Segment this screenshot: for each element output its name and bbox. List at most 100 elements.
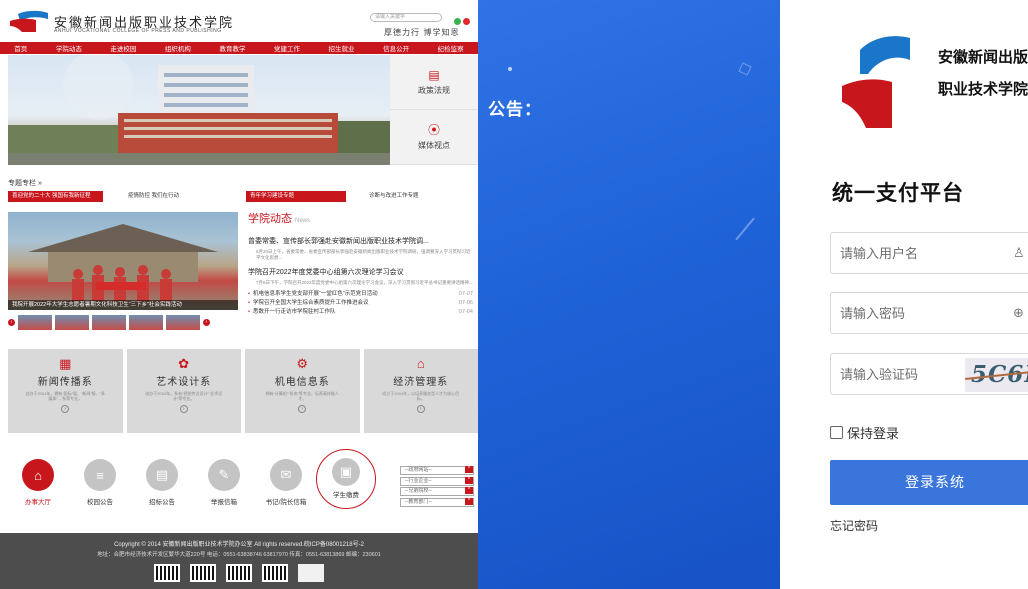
volunteer-group-illustration [28,224,218,301]
site-footer: Copyright © 2014 安徽新闻出版职业技术学院办公室 All rig… [0,533,478,589]
building-icon: ⌂ [416,356,425,371]
site-name-en: ANHUI VOCATIONAL COLLEGE OF PRESS AND PU… [54,28,222,34]
badge-icon [298,564,324,582]
weibo-icon[interactable] [463,18,470,25]
nav-item-admission[interactable]: 招生就业 [329,43,355,53]
password-field[interactable]: ⊕ [830,292,1028,334]
news-lead2-title[interactable]: 学院召开2022年度党委中心组第六次理论学习会议 [248,267,473,277]
remember-me-checkbox[interactable]: 保持登录 [830,423,899,442]
captcha-field[interactable]: 5C6F [830,353,1028,395]
qr-code-icon [154,564,180,582]
password-input[interactable] [831,293,1028,333]
school-logo-icon [10,10,48,32]
decorative-diamond [738,62,752,76]
quick-links: ⌂ 办事大厅 ≡ 校园公告 ▤ 招标公告 ✎ 举报信箱 ✉ 书记/院长信箱 ▣ … [8,449,398,519]
qr-code-icon [226,564,252,582]
select-sibling-schools[interactable]: --兄弟院校-- [400,487,474,496]
side-item-media[interactable]: ⦿ 媒体视点 [390,110,478,165]
select-government-sites[interactable]: --政府网站-- [400,466,474,475]
footer-copyright: Copyright © 2014 安徽新闻出版职业技术学院办公室 All rig… [114,542,364,548]
nav-item-news[interactable]: 学院动态 [56,43,82,53]
more-icon[interactable]: › [179,405,188,413]
dept-card-news[interactable]: ▦ 新闻传播系 创办于2004年，拥有“国际”版、“新闻”版、“多媒体”... … [8,349,123,433]
news-item[interactable]: • 机电信息系学生党支部开展“一堂红色”示范党日活动 07-07 [248,290,473,299]
news-lead-desc: 5月20日上午，省委常委、省委宣传部部长郭强赴安徽新闻出版职业技术学院调研，强调… [256,249,471,260]
document-icon: ▤ [428,68,440,82]
nav-item-org[interactable]: 组织机构 [165,43,191,53]
nav-item-party[interactable]: 党建工作 [274,43,300,53]
checkbox-icon[interactable] [830,426,843,439]
thumbnail[interactable] [55,314,89,330]
more-icon[interactable]: › [416,405,425,413]
username-field[interactable]: ♙ [830,232,1028,274]
special-tab-4[interactable]: 诊断与改进工作专题 [365,191,475,202]
notice-icon: ≡ [84,459,116,491]
login-school-name: 安徽新闻出版 职业技术学院 [938,49,1028,98]
news-heading: 学院动态 News [248,213,311,225]
news-item[interactable]: • 悉数开一行走访市学院驻村工作队 07-04 [248,308,473,317]
login-button[interactable]: 登录系统 [830,460,1028,505]
news-lead2-desc: 7月6日下午，学院召开2022年度党委中心组第六次理论学习会议，深入学习贯彻习近… [256,280,473,285]
captcha-image[interactable]: 5C6F [965,358,1028,392]
news-list: • 机电信息系学生党支部开展“一堂红色”示范党日活动 07-07 • 学院召开全国大学… [248,290,473,317]
more-icon[interactable]: › [298,405,307,413]
special-tab-3[interactable]: 青年学习建设专题 [246,191,346,202]
gear-icon: ⚙ [296,356,309,371]
tender-icon: ▤ [146,459,178,491]
dept-card-economics[interactable]: ⌂ 经济管理系 成立于2004年，以培养服务型人才为核心目标。 › [363,349,478,433]
department-cards: ▦ 新闻传播系 创办于2004年，拥有“国际”版、“新闻”版、“多媒体”... … [8,349,478,433]
lock-icon: ⊕ [1013,305,1024,320]
dept-card-mechatronics[interactable]: ⚙ 机电信息系 拥有“计算机”“机电”等专业，培养高技能人才。 › [245,349,360,433]
quick-link-tender[interactable]: ▤ 招标公告 [132,459,192,506]
select-education-depts[interactable]: --教育部门-- [400,497,474,507]
nav-item-discipline[interactable]: 纪检监察 [438,43,464,53]
quick-link-service-hall[interactable]: ⌂ 办事大厅 [8,459,68,506]
more-icon[interactable]: › [61,405,70,413]
friend-link-selects: --政府网站-- --行业企业-- --兄弟院校-- --教育部门-- [400,466,474,508]
nav-item-teaching[interactable]: 教育教学 [219,43,245,53]
palette-icon: ✿ [178,356,190,371]
mail-icon: ✉ [270,459,302,491]
quick-link-mailbox[interactable]: ✉ 书记/院长信箱 [256,459,316,506]
select-industry[interactable]: --行业企业-- [400,476,474,486]
school-website-panel: 安徽新闻出版职业技术学院 ANHUI VOCATIONAL COLLEGE OF… [0,0,478,589]
news-photo[interactable] [8,212,238,310]
login-panel: 安徽新闻出版 职业技术学院 统一支付平台 ♙ ⊕ 5C6F 保持登录 登录系统 … [780,0,1028,589]
nav-item-campus[interactable]: 走进校园 [110,43,136,53]
thumbnail[interactable] [18,314,52,330]
quick-link-campus-notice[interactable]: ≡ 校园公告 [70,459,130,506]
site-side-links: ▤ 政策法规 ⦿ 媒体视点 [390,55,478,165]
dept-card-art[interactable]: ✿ 艺术设计系 创办于2004年，系有“视觉传达设计”“艺术设计”等专业。 › [126,349,241,433]
special-section-title: 专题专栏 » [8,180,42,187]
qr-code-icon [262,564,288,582]
nav-item-home[interactable]: 首页 [14,43,27,53]
site-header: 安徽新闻出版职业技术学院 ANHUI VOCATIONAL COLLEGE OF… [0,0,478,42]
quick-link-report[interactable]: ✎ 举报信箱 [194,459,254,506]
side-item-policy[interactable]: ▤ 政策法规 [390,55,478,110]
decorative-dot [508,67,512,71]
prev-arrow-icon[interactable]: ‹ [8,318,15,326]
user-icon: ♙ [1013,245,1025,260]
username-input[interactable] [831,233,1028,273]
site-nav: 首页 学院动态 走进校园 组织机构 教育教学 党建工作 招生就业 信息公开 纪检… [0,42,478,54]
campus-building-illustration [8,55,390,165]
special-tab-2[interactable]: 疫情防控 我们在行动 [124,191,234,202]
thumbnail[interactable] [166,314,200,330]
site-motto: 厚德力行 博学知恩 [384,28,460,37]
qr-code-icon [190,564,216,582]
next-arrow-icon[interactable]: › [203,318,210,326]
quick-link-tuition[interactable]: ▣ 学生缴费 [316,449,376,509]
decorative-line [735,217,755,241]
campus-banner-image [8,55,390,165]
weixin-icon[interactable] [454,18,461,25]
nav-item-info[interactable]: 信息公开 [383,43,409,53]
news-lead-title[interactable]: 曾委常委、宣传部长郭强赴安徽新闻出版职业技术学院调... [248,236,473,246]
media-icon: ⦿ [427,123,440,137]
special-tab-1[interactable]: 喜迎党的二十大 强国有我新征程 [8,191,103,202]
forgot-password-link[interactable]: 忘记密码 [830,517,878,534]
screen: 安徽新闻出版职业技术学院 ANHUI VOCATIONAL COLLEGE OF… [0,0,1028,589]
site-search-input[interactable]: 请输入关键字 [370,13,442,22]
news-item[interactable]: • 学院召开全国大学生综合素质提升工作推进会议 07-06 [248,299,473,308]
thumbnail[interactable] [129,314,163,330]
thumbnail[interactable] [92,314,126,330]
